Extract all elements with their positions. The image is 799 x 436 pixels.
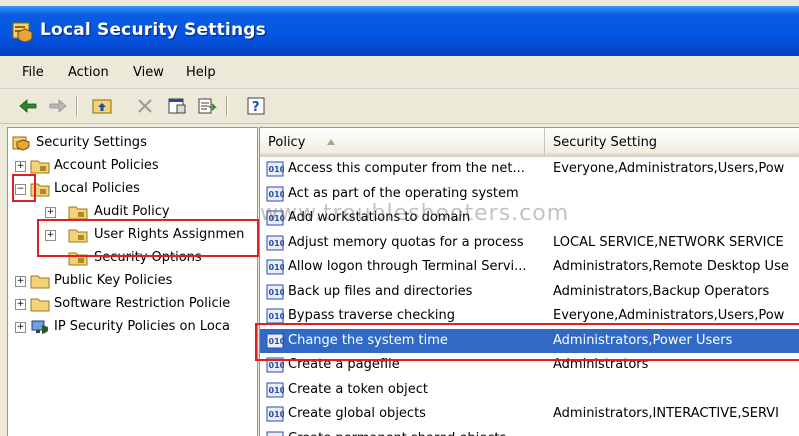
policy-list-pane[interactable]: Policy Security Setting 010 Access this c…	[259, 127, 799, 436]
list-item[interactable]: 010 Create global objects Administrators,I…	[260, 402, 799, 426]
svg-text:010: 010	[269, 361, 285, 370]
column-header-label: Security Setting	[553, 135, 658, 150]
svg-text:?: ?	[252, 100, 260, 115]
policy-icon: 010	[266, 308, 284, 324]
locked-folder-icon	[30, 160, 50, 174]
sort-indicator-icon	[327, 139, 335, 145]
properties-icon[interactable]	[165, 94, 189, 118]
tree-item-label: Software Restriction Policie	[54, 296, 231, 311]
export-list-icon[interactable]	[195, 94, 219, 118]
tree-item-label: Local Policies	[54, 181, 140, 196]
policy-name: Adjust memory quotas for a process	[288, 234, 524, 250]
expand-toggle[interactable]: +	[45, 207, 56, 218]
svg-text:010: 010	[269, 386, 285, 395]
toolbar-separator	[76, 96, 78, 116]
svg-text:010: 010	[269, 410, 285, 419]
menu-file[interactable]: File	[22, 65, 44, 80]
policy-icon: 010	[266, 161, 284, 177]
svg-text:010: 010	[269, 239, 285, 248]
title-bar[interactable]: Local Security Settings	[0, 6, 799, 56]
list-item[interactable]: 010 Back up files and directories Administ…	[260, 280, 799, 304]
policy-icon: 010	[266, 284, 285, 299]
delete-x-icon[interactable]	[133, 94, 157, 118]
policy-name: Allow logon through Terminal Servi...	[288, 259, 527, 274]
policy-name: Access this computer from the net...	[288, 161, 525, 176]
tree-pane[interactable]: Security Settings + Account Policies − L…	[7, 127, 258, 436]
help-icon[interactable]: ?	[244, 94, 268, 118]
tree-item-label: Security Settings	[36, 135, 147, 150]
window-title: Local Security Settings	[40, 20, 266, 40]
highlight-box-expander	[12, 174, 36, 202]
list-item[interactable]: 010 Allow logon through Terminal Servi...…	[260, 255, 799, 279]
network-security-icon	[31, 320, 48, 334]
menu-action[interactable]: Action	[68, 65, 109, 80]
watermark: www.troubleshooters.com	[260, 201, 570, 226]
list-item[interactable]: 010 Create permanent shared objects	[260, 427, 799, 436]
security-setting-value: Administrators,INTERACTIVE,SERVI	[553, 406, 780, 421]
expand-toggle[interactable]: +	[15, 161, 26, 172]
app-window: Local Security Settings File Action View…	[0, 0, 799, 436]
toolbar-separator	[226, 96, 228, 116]
column-header-policy[interactable]: Policy	[260, 128, 545, 157]
svg-text:010: 010	[269, 165, 285, 174]
back-arrow-icon[interactable]	[16, 94, 40, 118]
policy-icon: 010	[266, 186, 285, 201]
list-item[interactable]: 010 Access this computer from the net... E…	[260, 157, 799, 181]
list-item[interactable]: 010 Adjust memory quotas for a process LOC…	[260, 231, 799, 255]
security-settings-icon	[12, 22, 33, 42]
security-setting-value: Everyone,Administrators,Users,Pow	[553, 308, 785, 323]
menu-bar: File Action View Help	[0, 58, 799, 89]
policy-name: Bypass traverse checking	[288, 308, 456, 323]
list-item[interactable]: 010 Create a token object	[260, 378, 799, 402]
highlight-box-change-time	[255, 323, 799, 361]
policy-icon: 010	[266, 235, 285, 250]
policy-icon: 010	[266, 382, 285, 397]
policy-name: Back up files and directories	[288, 283, 473, 299]
tree-item-label: Account Policies	[54, 158, 159, 173]
expand-toggle[interactable]: +	[15, 276, 26, 287]
tree-item-label: Public Key Policies	[54, 273, 173, 288]
locked-folder-icon	[68, 206, 88, 220]
up-folder-icon[interactable]	[90, 94, 114, 118]
forward-arrow-icon[interactable]	[46, 94, 70, 118]
policy-name: Create permanent shared objects	[288, 431, 506, 436]
tree-item-label: IP Security Policies on Loca	[54, 319, 230, 334]
column-header-security-setting[interactable]: Security Setting	[545, 128, 799, 157]
policy-icon: 010	[266, 406, 284, 422]
menu-view[interactable]: View	[133, 65, 164, 80]
highlight-box-user-rights	[37, 219, 259, 257]
svg-text:010: 010	[269, 288, 285, 297]
security-setting-value: LOCAL SERVICE,NETWORK SERVICE	[553, 234, 784, 250]
expand-toggle[interactable]: +	[15, 322, 26, 333]
policy-icon: 010	[266, 259, 284, 275]
policy-icon: 010	[266, 431, 284, 436]
column-header-label: Policy	[268, 135, 306, 150]
policy-name: Act as part of the operating system	[288, 185, 519, 201]
menu-help[interactable]: Help	[186, 65, 216, 80]
security-setting-value: Everyone,Administrators,Users,Pow	[553, 161, 785, 176]
security-settings-icon	[12, 136, 30, 151]
tree-item-label: Audit Policy	[94, 204, 170, 219]
security-setting-value: Administrators,Remote Desktop Use	[553, 259, 789, 274]
folder-icon	[30, 298, 50, 312]
policy-name: Create a token object	[288, 381, 428, 397]
svg-text:010: 010	[269, 190, 285, 199]
expand-toggle[interactable]: +	[15, 299, 26, 310]
toolbar: ?	[0, 89, 799, 124]
svg-text:010: 010	[269, 312, 285, 321]
svg-text:010: 010	[269, 263, 285, 272]
folder-icon	[30, 275, 50, 289]
policy-name: Create global objects	[288, 406, 426, 421]
security-setting-value: Administrators,Backup Operators	[553, 283, 770, 299]
